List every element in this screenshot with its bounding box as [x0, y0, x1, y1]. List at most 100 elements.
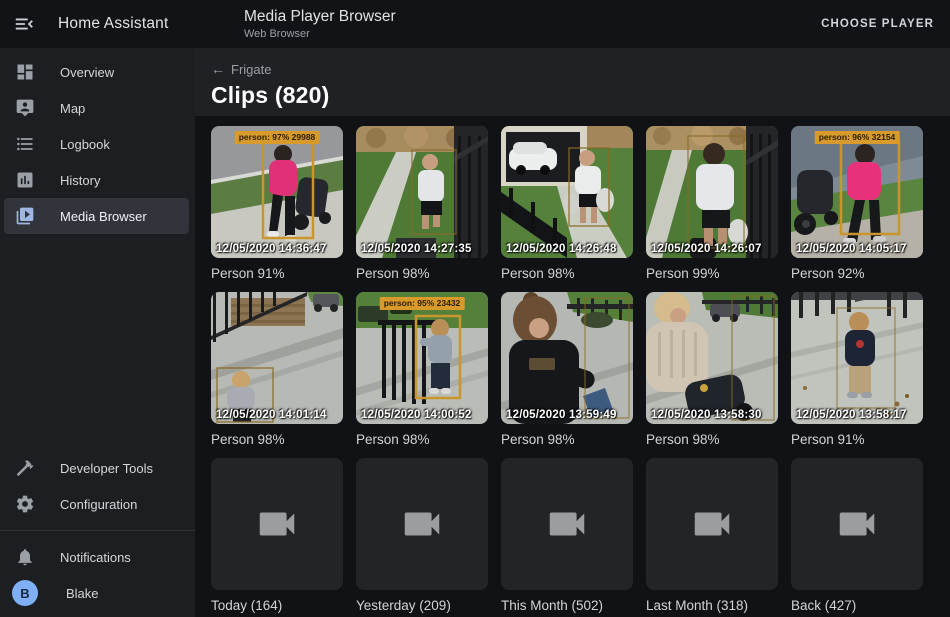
chart-box-icon	[15, 170, 35, 190]
detection-label: person: 96% 32154	[815, 131, 900, 144]
user-avatar: B	[12, 580, 38, 606]
video-camera-icon	[689, 501, 735, 547]
page-title: Clips (820)	[211, 82, 934, 109]
folder-thumbnail	[791, 458, 923, 590]
clip-timestamp: 12/05/2020 14:36:47	[216, 243, 327, 255]
sidebar-footer: Developer Tools Configuration Notificatio…	[0, 450, 195, 617]
clip-caption: Person 98%	[356, 432, 488, 447]
clip-thumbnail-man-porch-yard: 12/05/2020 14:27:35	[356, 126, 488, 258]
sidebar-item-overview[interactable]: Overview	[0, 54, 195, 90]
folder-caption: Last Month (318)	[646, 598, 778, 613]
clip-thumbnail-man-white-shirt-back: 12/05/2020 14:26:07	[646, 126, 778, 258]
gear-icon	[15, 494, 35, 514]
view-dashboard-icon	[15, 62, 35, 82]
folder-caption: Back (427)	[791, 598, 923, 613]
media-player-title-block: Media Player Browser Web Browser	[244, 8, 396, 40]
clip-timestamp: 12/05/2020 14:26:48	[506, 243, 617, 255]
video-camera-icon	[399, 501, 445, 547]
map-person-bubble-icon	[15, 98, 35, 118]
clip-caption: Person 99%	[646, 266, 778, 281]
sidebar-item-developer-tools[interactable]: Developer Tools	[0, 450, 195, 486]
clip-scene-toddler-courtyard	[211, 292, 343, 424]
sidebar-item-label: Media Browser	[60, 209, 147, 224]
play-box-multiple-icon	[15, 206, 35, 226]
video-camera-icon	[254, 501, 300, 547]
folder-caption: Today (164)	[211, 598, 343, 613]
sidebar: Overview Map Logbook History Media Browser D…	[0, 48, 195, 617]
clip-card[interactable]: 12/05/2020 13:59:49 Person 98%	[501, 292, 633, 447]
clip-thumbnail-toddler-at-gate: person: 95% 2343212/05/2020 14:00:52	[356, 292, 488, 424]
user-name: Blake	[66, 586, 99, 601]
clip-scene-man-porch-yard	[356, 126, 488, 258]
clip-thumbnail-man-garage-trash: 12/05/2020 14:26:48	[501, 126, 633, 258]
clip-thumbnail-woman-black-hoodie: 12/05/2020 13:59:49	[501, 292, 633, 424]
sidebar-item-label: History	[60, 173, 100, 188]
topbar-left: Home Assistant	[0, 12, 195, 36]
sidebar-item-logbook[interactable]: Logbook	[0, 126, 195, 162]
clip-timestamp: 12/05/2020 13:58:30	[651, 409, 762, 421]
sidebar-main-items: Overview Map Logbook History Media Browser	[0, 54, 195, 234]
sidebar-item-user[interactable]: B Blake	[0, 575, 195, 611]
clip-scene-man-white-shirt-back	[646, 126, 778, 258]
menu-open-icon[interactable]	[13, 12, 37, 36]
sidebar-item-label: Map	[60, 101, 85, 116]
folder-card-yesterday-[interactable]: Yesterday (209)	[356, 458, 488, 613]
clip-scene-pink-jacket-stroller-street	[211, 126, 343, 258]
content-area: ← Frigate Clips (820) person: 97% 29988 1…	[195, 48, 950, 617]
clip-caption: Person 91%	[791, 432, 923, 447]
dialog-subtitle: Web Browser	[244, 28, 396, 41]
choose-player-button[interactable]: CHOOSE PLAYER	[821, 18, 934, 30]
clip-caption: Person 98%	[646, 432, 778, 447]
clip-card[interactable]: 12/05/2020 13:58:30 Person 98%	[646, 292, 778, 447]
clip-thumbnail-pink-jacket-stroller-road: person: 96% 3215412/05/2020 14:05:17	[791, 126, 923, 258]
clip-card[interactable]: 12/05/2020 14:26:48 Person 98%	[501, 126, 633, 281]
top-app-bar: Home Assistant Media Player Browser Web …	[0, 0, 950, 48]
folder-thumbnail	[646, 458, 778, 590]
clip-thumbnail-woman-beige-sweater: 12/05/2020 13:58:30	[646, 292, 778, 424]
clip-card[interactable]: 12/05/2020 13:58:17Person 91%	[791, 292, 923, 447]
clip-caption: Person 91%	[211, 266, 343, 281]
clip-card[interactable]: 12/05/2020 14:27:35Person 98%	[356, 126, 488, 281]
clip-scene-toddler-at-gate	[356, 292, 488, 424]
sidebar-item-label: Configuration	[60, 497, 137, 512]
sidebar-item-label: Logbook	[60, 137, 110, 152]
back-arrow-icon: ←	[211, 61, 225, 77]
clip-card[interactable]: person: 96% 3215412/05/2020 14:05:17Pers…	[791, 126, 923, 281]
clip-card[interactable]: person: 95% 2343212/05/2020 14:00:52 Pers…	[356, 292, 488, 447]
sidebar-item-notifications[interactable]: Notifications	[0, 539, 195, 575]
clip-scene-toddler-navy-sweater	[791, 292, 923, 424]
video-camera-icon	[834, 501, 880, 547]
clip-card[interactable]: person: 97% 29988 12/05/2020 14:36:47 Pers…	[211, 126, 343, 281]
sidebar-item-history[interactable]: History	[0, 162, 195, 198]
sidebar-item-media-browser[interactable]: Media Browser	[4, 198, 189, 234]
dialog-title: Media Player Browser	[244, 8, 396, 26]
clip-card[interactable]: 12/05/2020 14:01:14Person 98%	[211, 292, 343, 447]
clips-grid: person: 97% 29988 12/05/2020 14:36:47 Pers…	[195, 116, 950, 617]
clip-thumbnail-pink-jacket-stroller-street: person: 97% 29988 12/05/2020 14:36:47	[211, 126, 343, 258]
folder-thumbnail	[501, 458, 633, 590]
folder-card-last-month-[interactable]: Last Month (318)	[646, 458, 778, 613]
folder-caption: This Month (502)	[501, 598, 633, 613]
back-link-frigate[interactable]: ← Frigate	[211, 61, 271, 77]
clip-caption: Person 98%	[501, 432, 633, 447]
folder-caption: Yesterday (209)	[356, 598, 488, 613]
clip-caption: Person 98%	[211, 432, 343, 447]
sidebar-item-label: Developer Tools	[60, 461, 153, 476]
clip-scene-woman-black-hoodie	[501, 292, 633, 424]
notifications-label: Notifications	[60, 550, 131, 565]
content-header: ← Frigate Clips (820)	[195, 48, 950, 116]
folder-thumbnail	[211, 458, 343, 590]
folder-thumbnail	[356, 458, 488, 590]
sidebar-item-configuration[interactable]: Configuration	[0, 486, 195, 522]
clip-scene-woman-beige-sweater	[646, 292, 778, 424]
clip-card[interactable]: 12/05/2020 14:26:07 Person 99%	[646, 126, 778, 281]
folder-card-today-[interactable]: Today (164)	[211, 458, 343, 613]
folder-card-back-[interactable]: Back (427)	[791, 458, 923, 613]
sidebar-divider	[0, 530, 195, 531]
folder-card-this-month-[interactable]: This Month (502)	[501, 458, 633, 613]
clip-caption: Person 98%	[501, 266, 633, 281]
detection-label: person: 97% 29988	[235, 131, 320, 144]
bell-icon	[15, 547, 35, 567]
sidebar-item-map[interactable]: Map	[0, 90, 195, 126]
clip-timestamp: 12/05/2020 14:26:07	[651, 243, 762, 255]
